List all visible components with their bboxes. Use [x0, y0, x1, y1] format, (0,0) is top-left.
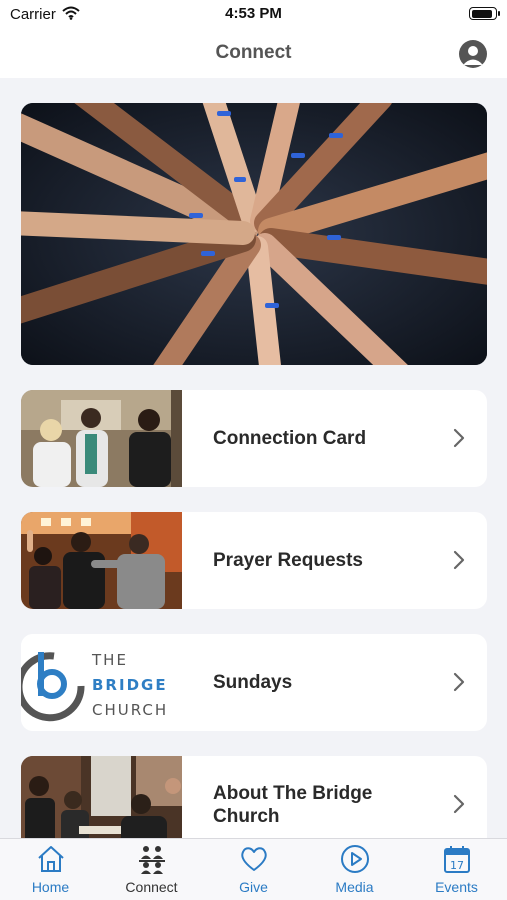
prayer-requests-item[interactable]: Prayer Requests [21, 512, 487, 609]
hands-together-photo [21, 103, 487, 365]
card-label: Prayer Requests [213, 550, 363, 571]
card-label: Sundays [213, 672, 293, 693]
home-icon [38, 846, 64, 872]
tab-media[interactable]: Media [304, 839, 405, 900]
person-circle-icon [463, 46, 483, 65]
people-talking-photo [21, 390, 182, 487]
logo-text-bridge: BRIDGE [92, 676, 168, 694]
profile-button[interactable] [459, 40, 487, 68]
page-title: Connect [215, 42, 292, 63]
status-bar: Carrier 4:53 PM [0, 0, 507, 30]
tab-connect[interactable]: Connect [101, 839, 202, 900]
tab-label: Home [31, 879, 70, 895]
bridge-church-logo: THE BRIDGE CHURCH [21, 634, 182, 731]
tab-label: Connect [125, 879, 178, 895]
connection-card-item[interactable]: Connection Card [21, 390, 487, 487]
chevron-right-icon [453, 794, 465, 814]
logo-text-the: THE [91, 651, 128, 669]
heart-icon [241, 847, 267, 871]
card-label: Connection Card [213, 428, 367, 449]
battery-icon [469, 7, 500, 20]
tab-label: Media [335, 879, 374, 895]
chevron-right-icon [453, 428, 465, 448]
calendar-icon: 17 [444, 846, 470, 873]
sundays-item[interactable]: THE BRIDGE CHURCH Sundays [21, 634, 487, 731]
battery-level [471, 9, 493, 18]
calendar-day: 17 [450, 859, 464, 872]
tab-events[interactable]: 17 Events [406, 839, 507, 900]
play-circle-icon [341, 845, 369, 873]
tab-bar: Home Connect Give Media 17 Events [0, 838, 507, 900]
tab-give[interactable]: Give [203, 839, 304, 900]
logo-text-church: CHURCH [92, 701, 168, 719]
chevron-right-icon [453, 672, 465, 692]
navigation-bar: Connect [0, 30, 507, 78]
clock: 4:53 PM [225, 5, 282, 22]
hero-image [21, 103, 487, 365]
chevron-right-icon [453, 550, 465, 570]
connect-people-icon [139, 846, 165, 874]
tab-label: Events [435, 879, 478, 895]
worship-prayer-photo [21, 512, 182, 609]
tab-home[interactable]: Home [0, 839, 101, 900]
tab-label: Give [239, 879, 268, 895]
